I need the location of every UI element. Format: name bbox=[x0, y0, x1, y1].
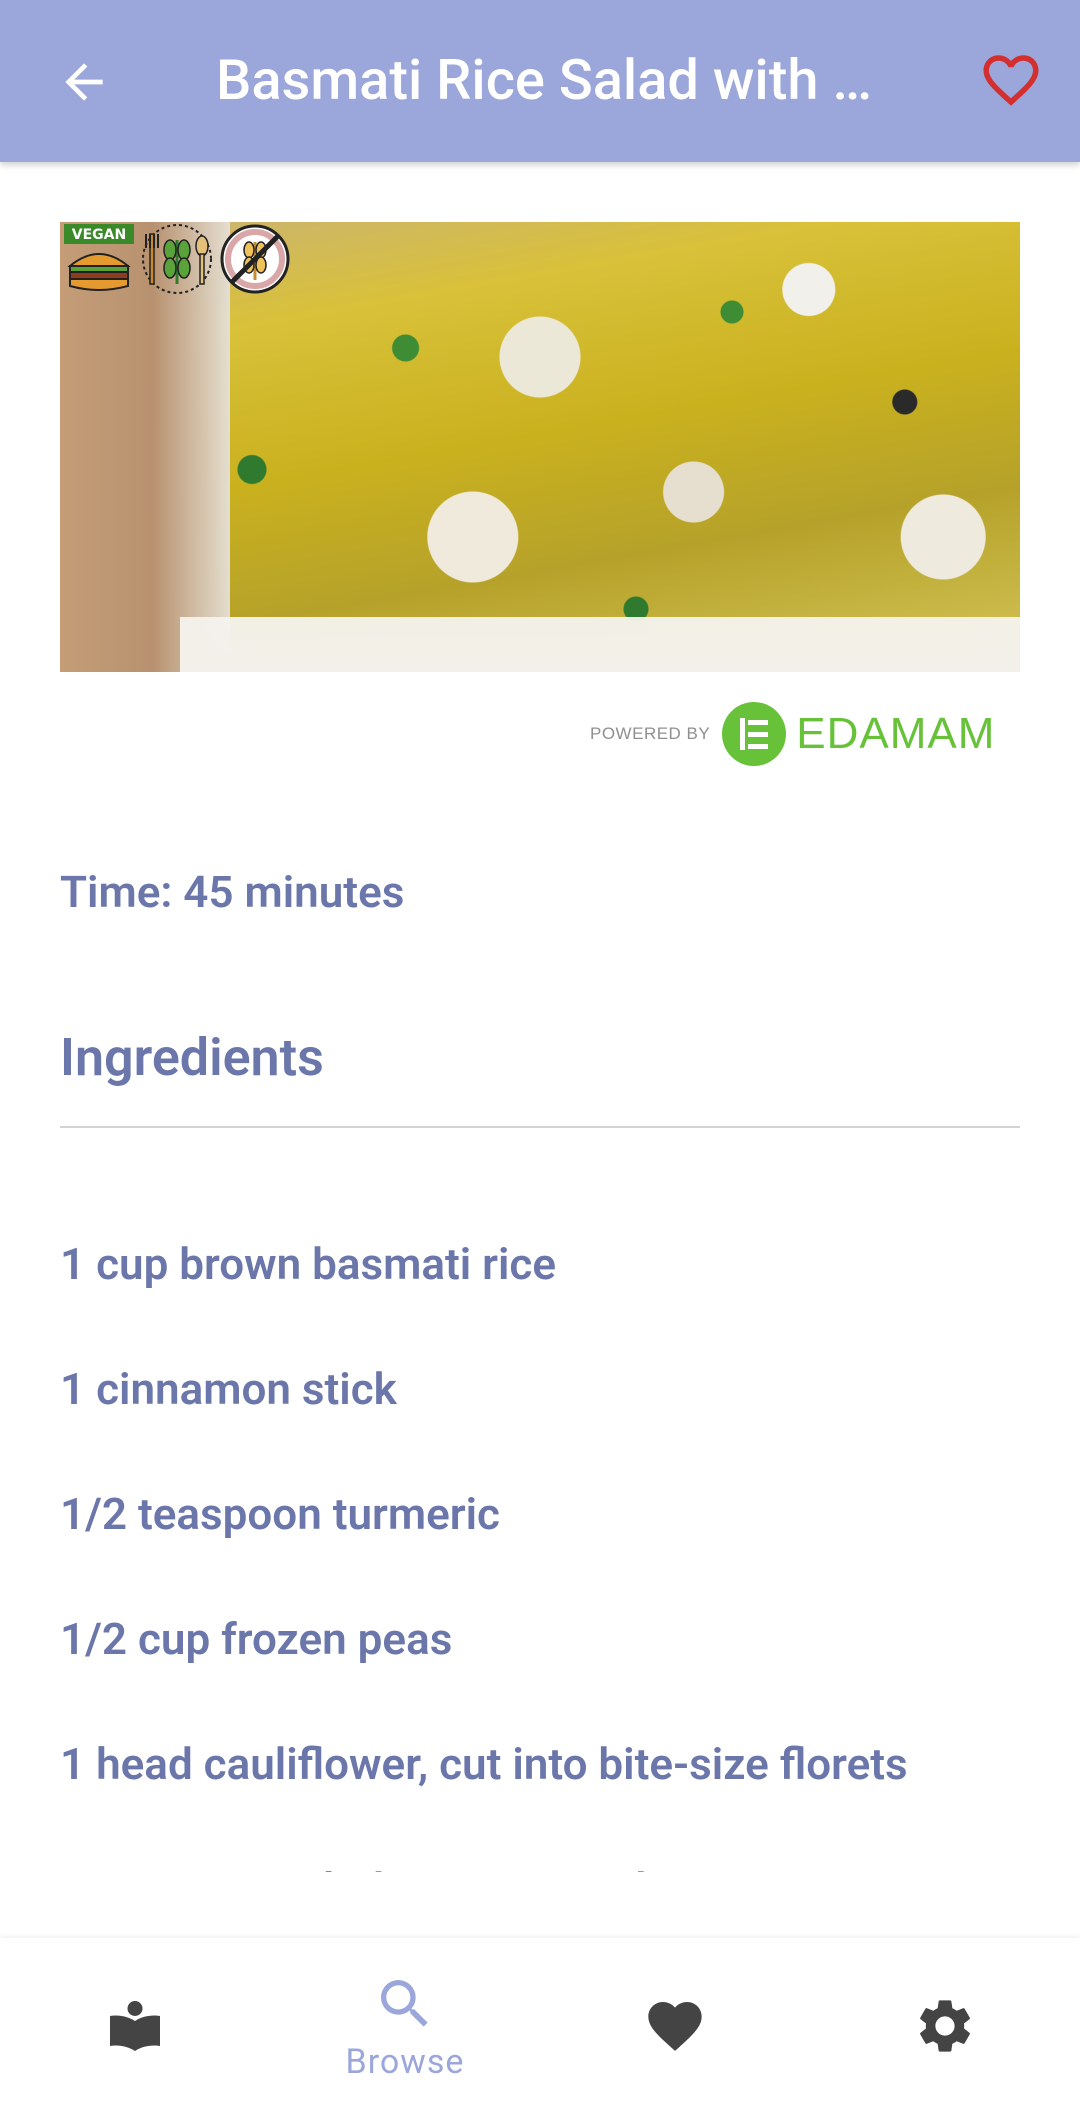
edamam-logo-icon bbox=[722, 702, 787, 766]
ingredients-list: 1 cup brown basmati rice 1 cinnamon stic… bbox=[60, 1234, 1020, 1878]
bottom-navigation: Browse bbox=[0, 1938, 1080, 2124]
nav-recipes[interactable] bbox=[0, 1938, 270, 2124]
gear-icon bbox=[913, 1994, 977, 2058]
ingredients-heading: Ingredients bbox=[60, 1027, 324, 1088]
search-icon bbox=[373, 1972, 437, 2036]
vegetarian-badge-icon bbox=[140, 222, 214, 296]
edamam-name: EDAMAM bbox=[796, 709, 996, 758]
vegan-badge-label: VEGAN bbox=[72, 227, 126, 243]
recipe-content[interactable]: VEGAN POWERED BY EDAMAM Time: 45 minutes… bbox=[0, 162, 1080, 1878]
ingredient-item: 1 head cauliflower, cut into bite-size f… bbox=[60, 1738, 908, 1790]
nav-settings[interactable] bbox=[810, 1938, 1080, 2124]
favorite-button[interactable] bbox=[966, 38, 1056, 122]
powered-by-edamam[interactable]: POWERED BY EDAMAM bbox=[590, 698, 1010, 770]
vegan-badge-icon: VEGAN bbox=[62, 222, 136, 296]
diet-badges: VEGAN bbox=[62, 222, 292, 296]
page-title: Basmati Rice Salad with Roasted Cauliflo… bbox=[216, 47, 906, 113]
ingredient-item: 1 cinnamon stick bbox=[60, 1363, 397, 1415]
powered-by-label: POWERED BY bbox=[590, 724, 711, 743]
arrow-back-icon bbox=[65, 63, 103, 101]
ingredient-item: 1/2 cup frozen peas bbox=[60, 1613, 453, 1665]
nav-favorites[interactable] bbox=[540, 1938, 810, 2124]
ingredients-divider bbox=[60, 1126, 1020, 1128]
heart-outline-icon bbox=[983, 55, 1039, 106]
back-button[interactable] bbox=[44, 42, 124, 122]
nav-browse-label: Browse bbox=[345, 2042, 465, 2082]
cook-time: Time: 45 minutes bbox=[60, 866, 405, 918]
app-bar: Basmati Rice Salad with Roasted Cauliflo… bbox=[0, 0, 1080, 162]
heart-icon bbox=[643, 1994, 707, 2058]
scroll-edge bbox=[0, 1872, 1080, 1878]
ingredient-item: 1 cup brown basmati rice bbox=[60, 1238, 557, 1290]
ingredient-item: 1/2 teaspoon turmeric bbox=[60, 1488, 500, 1540]
gluten-free-badge-icon bbox=[218, 222, 292, 296]
recipe-book-icon bbox=[103, 1994, 167, 2058]
nav-browse[interactable]: Browse bbox=[270, 1938, 540, 2124]
